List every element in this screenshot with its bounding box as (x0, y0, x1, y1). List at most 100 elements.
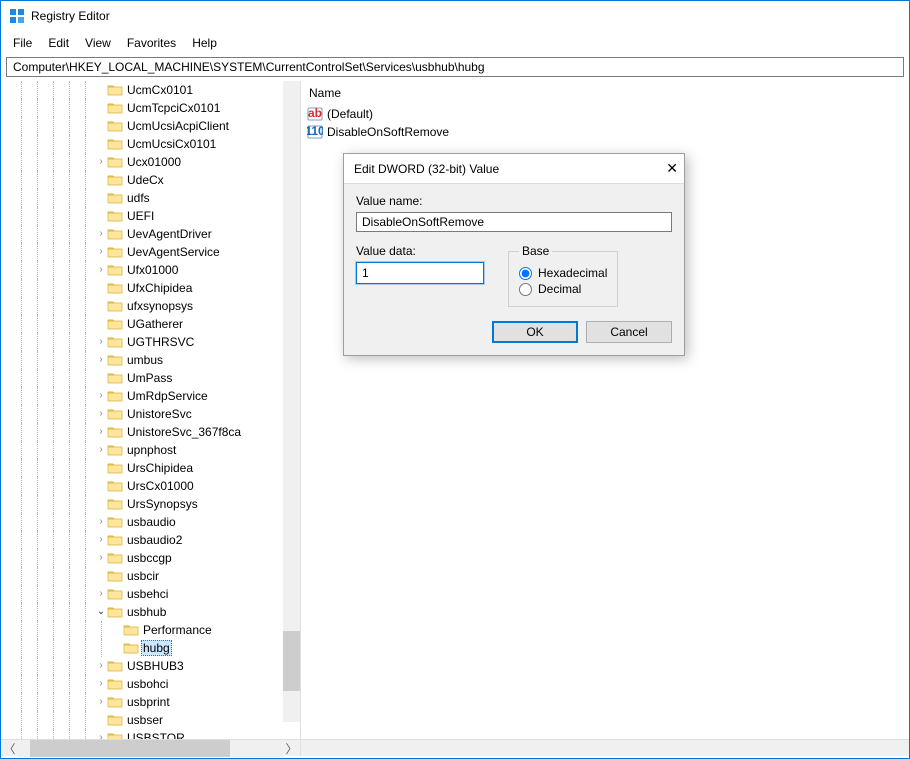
chevron-right-icon[interactable]: › (95, 588, 107, 600)
tree-scroll[interactable]: UcmCx0101UcmTcpciCx0101UcmUcsiAcpiClient… (1, 81, 300, 739)
tree-item-label: UcmUcsiCx0101 (125, 137, 216, 151)
list-row[interactable]: 110DisableOnSoftRemove (307, 123, 909, 141)
chevron-right-icon[interactable]: › (95, 336, 107, 348)
chevron-right-icon[interactable]: › (95, 678, 107, 690)
tree-item[interactable]: UfxChipidea (1, 279, 300, 297)
tree-item[interactable]: UGatherer (1, 315, 300, 333)
folder-icon (107, 119, 123, 133)
chevron-right-icon[interactable]: › (95, 516, 107, 528)
list-horizontal-scrollbar[interactable] (301, 739, 909, 756)
chevron-right-icon[interactable]: › (95, 390, 107, 402)
value-data-label: Value data: (356, 244, 484, 258)
chevron-right-icon[interactable]: › (95, 156, 107, 168)
tree-item[interactable]: ⌄ usbhub (1, 603, 300, 621)
menu-help[interactable]: Help (184, 34, 225, 52)
menu-file[interactable]: File (5, 34, 40, 52)
folder-icon (107, 263, 123, 277)
radio-dec[interactable]: Decimal (519, 282, 607, 296)
tree-item[interactable]: UrsChipidea (1, 459, 300, 477)
tree-item[interactable]: ›Ufx01000 (1, 261, 300, 279)
tree-item[interactable]: ›UevAgentService (1, 243, 300, 261)
tree-item[interactable]: UcmUcsiCx0101 (1, 135, 300, 153)
list-header-name[interactable]: Name (301, 81, 909, 105)
tree-item-label: hubg (141, 640, 172, 656)
tree-item[interactable]: ›umbus (1, 351, 300, 369)
tree-item[interactable]: ›upnphost (1, 441, 300, 459)
tree-horizontal-scrollbar[interactable]: 〈 〉 (1, 739, 300, 756)
chevron-right-icon[interactable]: › (95, 408, 107, 420)
chevron-right-icon[interactable]: › (95, 444, 107, 456)
tree-item-label: ufxsynopsys (125, 299, 193, 313)
folder-icon (107, 407, 123, 421)
tree-item[interactable]: ›UGTHRSVC (1, 333, 300, 351)
tree-item[interactable]: usbcir (1, 567, 300, 585)
radio-hex-input[interactable] (519, 267, 532, 280)
tree-item[interactable]: ›usbprint (1, 693, 300, 711)
chevron-right-icon[interactable]: › (95, 426, 107, 438)
folder-icon (107, 227, 123, 241)
value-data-field[interactable] (356, 262, 484, 284)
dword-value-icon: 110 (307, 124, 323, 140)
tree-item[interactable]: ›usbohci (1, 675, 300, 693)
dialog-titlebar[interactable]: Edit DWORD (32-bit) Value ✕ (344, 154, 684, 184)
scroll-left-icon[interactable]: 〈 (1, 740, 18, 757)
chevron-right-icon[interactable]: › (95, 732, 107, 739)
chevron-right-icon[interactable]: › (95, 552, 107, 564)
tree-item[interactable]: › Ucx01000 (1, 153, 300, 171)
tree-item[interactable]: ›USBHUB3 (1, 657, 300, 675)
chevron-right-icon[interactable]: › (95, 534, 107, 546)
tree-item[interactable]: ›UnistoreSvc (1, 405, 300, 423)
tree-vertical-scrollbar[interactable] (283, 81, 300, 722)
tree-item[interactable]: › usbaudio (1, 513, 300, 531)
tree-item-label: usbaudio (125, 515, 176, 529)
tree-item-label: usbhub (125, 605, 166, 619)
radio-dec-input[interactable] (519, 283, 532, 296)
tree-item[interactable]: udfs (1, 189, 300, 207)
folder-icon (107, 317, 123, 331)
tree-item[interactable]: hubg (1, 639, 300, 657)
tree-item[interactable]: UdeCx (1, 171, 300, 189)
tree-item[interactable]: ›UmRdpService (1, 387, 300, 405)
tree-item-label: Ucx01000 (125, 155, 181, 169)
tree-item[interactable]: UEFI (1, 207, 300, 225)
tree-item[interactable]: › usbaudio2 (1, 531, 300, 549)
tree-item[interactable]: UrsCx01000 (1, 477, 300, 495)
close-icon[interactable]: ✕ (666, 160, 678, 177)
chevron-right-icon[interactable]: › (95, 246, 107, 258)
menu-edit[interactable]: Edit (40, 34, 77, 52)
chevron-right-icon[interactable]: › (95, 264, 107, 276)
value-name-field[interactable] (356, 212, 672, 232)
address-bar[interactable]: Computer\HKEY_LOCAL_MACHINE\SYSTEM\Curre… (6, 57, 904, 77)
tree-item[interactable]: ›UevAgentDriver (1, 225, 300, 243)
cancel-button[interactable]: Cancel (586, 321, 672, 343)
tree-item[interactable]: usbser (1, 711, 300, 729)
tree-item[interactable]: Performance (1, 621, 300, 639)
tree-item[interactable]: ›USBSTOR (1, 729, 300, 739)
tree-item[interactable]: UcmUcsiAcpiClient (1, 117, 300, 135)
tree-item[interactable]: ›usbehci (1, 585, 300, 603)
tree-item[interactable]: ›UnistoreSvc_367f8ca (1, 423, 300, 441)
tree-item[interactable]: UcmCx0101 (1, 81, 300, 99)
tree-item[interactable]: ›usbccgp (1, 549, 300, 567)
scroll-right-icon[interactable]: 〉 (283, 740, 300, 757)
chevron-right-icon[interactable]: › (95, 228, 107, 240)
scrollbar-thumb[interactable] (283, 631, 300, 691)
tree-item-label: udfs (125, 191, 150, 205)
base-group: Base Hexadecimal Decimal (508, 244, 618, 307)
chevron-down-icon[interactable]: ⌄ (95, 606, 107, 618)
ok-button[interactable]: OK (492, 321, 578, 343)
scrollbar-thumb[interactable] (30, 740, 230, 757)
menu-view[interactable]: View (77, 34, 119, 52)
chevron-right-icon[interactable]: › (95, 660, 107, 672)
tree-item[interactable]: UrsSynopsys (1, 495, 300, 513)
tree-item[interactable]: ufxsynopsys (1, 297, 300, 315)
radio-hex[interactable]: Hexadecimal (519, 266, 607, 280)
tree-item-label: Performance (141, 623, 212, 637)
chevron-right-icon[interactable]: › (95, 354, 107, 366)
menu-favorites[interactable]: Favorites (119, 34, 184, 52)
list-row[interactable]: ab(Default) (307, 105, 909, 123)
chevron-right-icon[interactable]: › (95, 696, 107, 708)
tree-item[interactable]: UcmTcpciCx0101 (1, 99, 300, 117)
tree-item[interactable]: UmPass (1, 369, 300, 387)
tree-item-label: usbaudio2 (125, 533, 182, 547)
